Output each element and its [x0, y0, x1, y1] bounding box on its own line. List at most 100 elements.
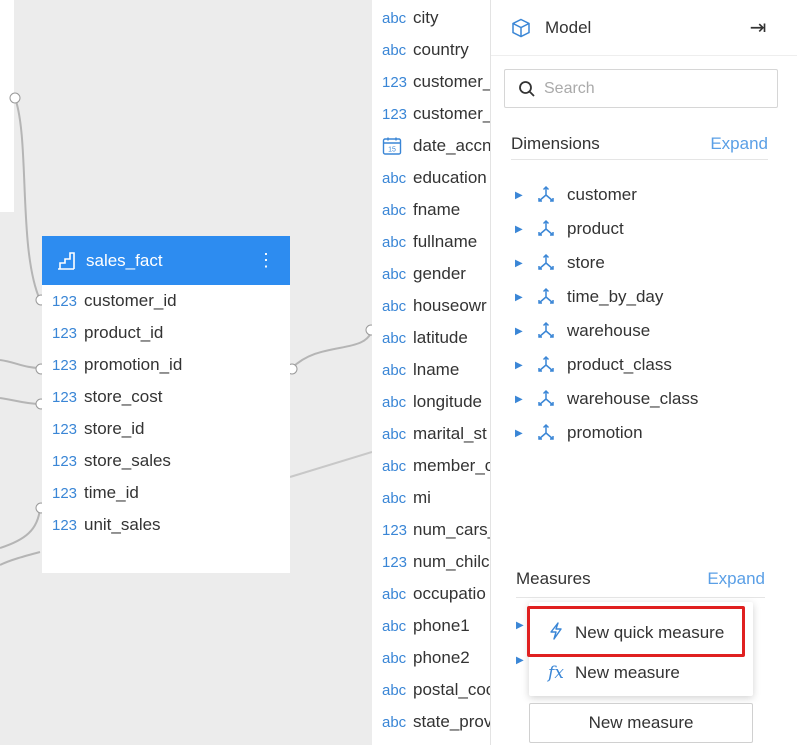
dimensions-header: Dimensions Expand	[511, 128, 768, 160]
search-box[interactable]	[504, 69, 778, 108]
dimension-icon	[538, 253, 554, 270]
text-type-icon: abc	[382, 489, 407, 507]
model-header: Model ⇥	[491, 0, 797, 56]
measures-expand-link[interactable]: Expand	[707, 569, 765, 589]
table-row[interactable]: 123 store_cost	[42, 381, 290, 413]
column-name: product_id	[84, 323, 164, 342]
column-name: lname	[413, 360, 460, 379]
numeric-type-icon: 123	[52, 484, 78, 502]
column-name: education	[413, 168, 487, 187]
dimension-item[interactable]: ▶ product_class	[511, 348, 768, 382]
list-item[interactable]: 123 num_cars_	[372, 514, 490, 546]
list-item[interactable]: abc lname	[372, 354, 490, 386]
list-item[interactable]: abc postal_coc	[372, 674, 490, 706]
column-name: date_accn	[413, 136, 490, 155]
caret-right-icon[interactable]: ▶	[515, 224, 527, 235]
dimension-item[interactable]: ▶ promotion	[511, 416, 768, 450]
list-item[interactable]: abc education	[372, 162, 490, 194]
text-type-icon: abc	[382, 9, 407, 27]
list-item[interactable]: abc fname	[372, 194, 490, 226]
table-row[interactable]: 123 unit_sales	[42, 509, 290, 541]
dimension-label: product_class	[567, 355, 672, 374]
dimension-icon	[538, 287, 554, 304]
list-item[interactable]: abc fullname	[372, 226, 490, 258]
svg-text:15: 15	[388, 147, 396, 154]
caret-right-icon[interactable]: ▶	[515, 258, 527, 269]
table-row[interactable]: 123 promotion_id	[42, 349, 290, 381]
list-item[interactable]: abc country	[372, 34, 490, 66]
list-item[interactable]: abc mi	[372, 482, 490, 514]
dimension-item[interactable]: ▶ store	[511, 246, 768, 280]
list-item[interactable]: 15 date_accn	[372, 130, 490, 162]
numeric-type-icon: 123	[52, 516, 78, 534]
measures-header: Measures Expand	[516, 560, 765, 598]
table-row[interactable]: 123 customer_id	[42, 285, 290, 317]
list-item[interactable]: 123 customer_	[372, 66, 490, 98]
model-canvas[interactable]: sales_fact ⋮ 123 customer_id 123 product_id…	[0, 0, 372, 745]
numeric-type-icon: 123	[52, 324, 78, 342]
dimension-item[interactable]: ▶ warehouse	[511, 314, 768, 348]
list-item[interactable]: abc houseowr	[372, 290, 490, 322]
text-type-icon: abc	[382, 681, 407, 699]
table-row[interactable]: 123 time_id	[42, 477, 290, 509]
list-item[interactable]: abc city	[372, 2, 490, 34]
table-card-sales-fact[interactable]: sales_fact ⋮ 123 customer_id 123 product_id…	[42, 236, 290, 573]
numeric-type-icon: 123	[52, 420, 78, 438]
list-item[interactable]: abc state_prov	[372, 706, 490, 738]
list-item[interactable]: abc latitude	[372, 322, 490, 354]
table-column-list: 123 customer_id 123 product_id 123 promotion_…	[42, 285, 290, 541]
caret-right-icon[interactable]: ▶	[516, 655, 524, 666]
dimension-item[interactable]: ▶ warehouse_class	[511, 382, 768, 416]
table-card-header[interactable]: sales_fact ⋮	[42, 236, 290, 285]
column-name: customer_id	[84, 291, 177, 310]
table-row[interactable]: 123 product_id	[42, 317, 290, 349]
column-name: time_id	[84, 483, 139, 502]
numeric-type-icon: 123	[382, 105, 408, 123]
dimension-label: warehouse_class	[567, 389, 699, 408]
list-item[interactable]: abc marital_st	[372, 418, 490, 450]
dimension-icon	[538, 185, 554, 202]
more-options-icon[interactable]: ⋮	[256, 250, 276, 271]
list-item[interactable]: abc longitude	[372, 386, 490, 418]
text-type-icon: abc	[382, 393, 407, 411]
caret-right-icon[interactable]: ▶	[515, 360, 527, 371]
text-type-icon: abc	[382, 457, 407, 475]
caret-right-icon[interactable]: ▶	[516, 620, 524, 631]
list-item[interactable]: 123 customer_	[372, 98, 490, 130]
text-type-icon: abc	[382, 649, 407, 667]
menu-item-new-measure[interactable]: fx New measure	[529, 653, 753, 693]
new-measure-button[interactable]: New measure	[529, 703, 753, 743]
dimension-icon	[538, 321, 554, 338]
panel-collapse-icon[interactable]: ⇥	[743, 15, 773, 40]
table-row[interactable]: 123 store_id	[42, 413, 290, 445]
lightning-icon	[546, 621, 566, 645]
text-type-icon: abc	[382, 585, 407, 603]
column-name: marital_st	[413, 424, 487, 443]
dimension-item[interactable]: ▶ customer	[511, 178, 768, 212]
search-input[interactable]	[544, 79, 764, 98]
column-name: city	[413, 8, 439, 27]
column-name: fullname	[413, 232, 478, 251]
numeric-type-icon: 123	[52, 292, 78, 310]
dimension-item[interactable]: ▶ time_by_day	[511, 280, 768, 314]
caret-right-icon[interactable]: ▶	[515, 190, 527, 201]
column-name: store_cost	[84, 387, 163, 406]
list-item[interactable]: abc phone1	[372, 610, 490, 642]
list-item[interactable]: abc member_c	[372, 450, 490, 482]
new-measure-menu: New quick measure fx New measure	[529, 602, 753, 696]
caret-right-icon[interactable]: ▶	[515, 394, 527, 405]
list-item[interactable]: 123 num_chilc	[372, 546, 490, 578]
column-name: num_chilc	[413, 552, 490, 571]
caret-right-icon[interactable]: ▶	[515, 326, 527, 337]
measures-label: Measures	[516, 568, 591, 588]
list-item[interactable]: abc occupatio	[372, 578, 490, 610]
caret-right-icon[interactable]: ▶	[515, 428, 527, 439]
list-item[interactable]: abc phone2	[372, 642, 490, 674]
dimensions-expand-link[interactable]: Expand	[710, 134, 768, 154]
column-name: latitude	[413, 328, 468, 347]
menu-item-new-quick-measure[interactable]: New quick measure	[529, 613, 753, 653]
caret-right-icon[interactable]: ▶	[515, 292, 527, 303]
dimension-item[interactable]: ▶ product	[511, 212, 768, 246]
list-item[interactable]: abc gender	[372, 258, 490, 290]
table-row[interactable]: 123 store_sales	[42, 445, 290, 477]
